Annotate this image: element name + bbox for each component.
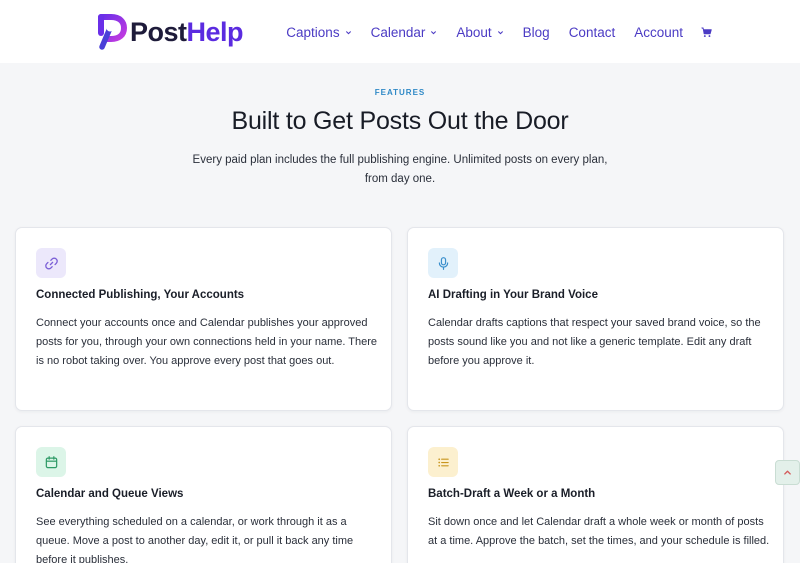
- nav-item-calendar[interactable]: Calendar: [371, 25, 438, 40]
- chevron-down-icon: [345, 30, 351, 34]
- feature-card-connected-publishing: Connected Publishing, Your Accounts Conn…: [15, 227, 392, 411]
- chevron-down-icon: [431, 30, 437, 34]
- nav-label: Account: [634, 24, 683, 40]
- nav-item-captions[interactable]: Captions: [286, 25, 351, 40]
- site-header: PostHelp Captions Calendar About Blog Co…: [0, 0, 800, 63]
- calendar-icon: [45, 455, 57, 468]
- feature-body: See everything scheduled on a calendar, …: [36, 516, 354, 563]
- nav-label: Blog: [522, 24, 550, 40]
- feature-icon-tile: [428, 447, 458, 477]
- logo-word-help: Help: [186, 17, 244, 47]
- feature-icon-tile: [36, 248, 66, 278]
- logo-mark-icon: [98, 14, 127, 50]
- logo-wordmark: PostHelp: [130, 11, 244, 53]
- section-subtitle: Every paid plan includes the full publis…: [192, 154, 608, 185]
- feature-card-calendar-queue: Calendar and Queue Views See everything …: [15, 426, 392, 563]
- feature-icon-tile: [428, 248, 458, 278]
- nav-item-account[interactable]: Account: [634, 25, 683, 40]
- nav-label: About: [456, 24, 492, 40]
- link-icon: [44, 257, 58, 269]
- feature-title: Calendar and Queue Views: [36, 488, 184, 500]
- nav-item-contact[interactable]: Contact: [569, 25, 616, 40]
- logo-word-post: Post: [130, 17, 187, 47]
- posthelp-logo[interactable]: PostHelp: [96, 11, 244, 53]
- feature-card-ai-drafting: AI Drafting in Your Brand Voice Calendar…: [407, 227, 784, 411]
- section-title: Built to Get Posts Out the Door: [231, 107, 569, 135]
- nav-label: Calendar: [370, 24, 426, 40]
- feature-title: Batch-Draft a Week or a Month: [428, 488, 596, 500]
- feature-body: Calendar drafts captions that respect yo…: [428, 317, 761, 367]
- cart-icon[interactable]: [701, 26, 712, 38]
- microphone-icon: [438, 256, 448, 270]
- chevron-up-icon: [784, 470, 791, 475]
- feature-body: Sit down once and let Calendar draft a w…: [428, 516, 770, 547]
- nav-label: Contact: [568, 24, 616, 40]
- feature-body: Connect your accounts once and Calendar …: [36, 317, 377, 367]
- feature-title: Connected Publishing, Your Accounts: [36, 289, 245, 301]
- feature-title: AI Drafting in Your Brand Voice: [428, 289, 598, 301]
- nav-label: Captions: [286, 24, 340, 40]
- nav-item-about[interactable]: About: [456, 25, 503, 40]
- feature-card-batch-draft: Batch-Draft a Week or a Month Sit down o…: [407, 426, 784, 563]
- feature-icon-tile: [36, 447, 66, 477]
- scroll-to-top-button[interactable]: [775, 460, 800, 485]
- list-icon: [437, 457, 449, 467]
- nav-item-blog[interactable]: Blog: [523, 25, 550, 40]
- section-eyebrow: FEATURES: [374, 88, 426, 97]
- main-nav: Captions Calendar About Blog Contact Acc…: [286, 21, 712, 43]
- chevron-down-icon: [497, 30, 503, 34]
